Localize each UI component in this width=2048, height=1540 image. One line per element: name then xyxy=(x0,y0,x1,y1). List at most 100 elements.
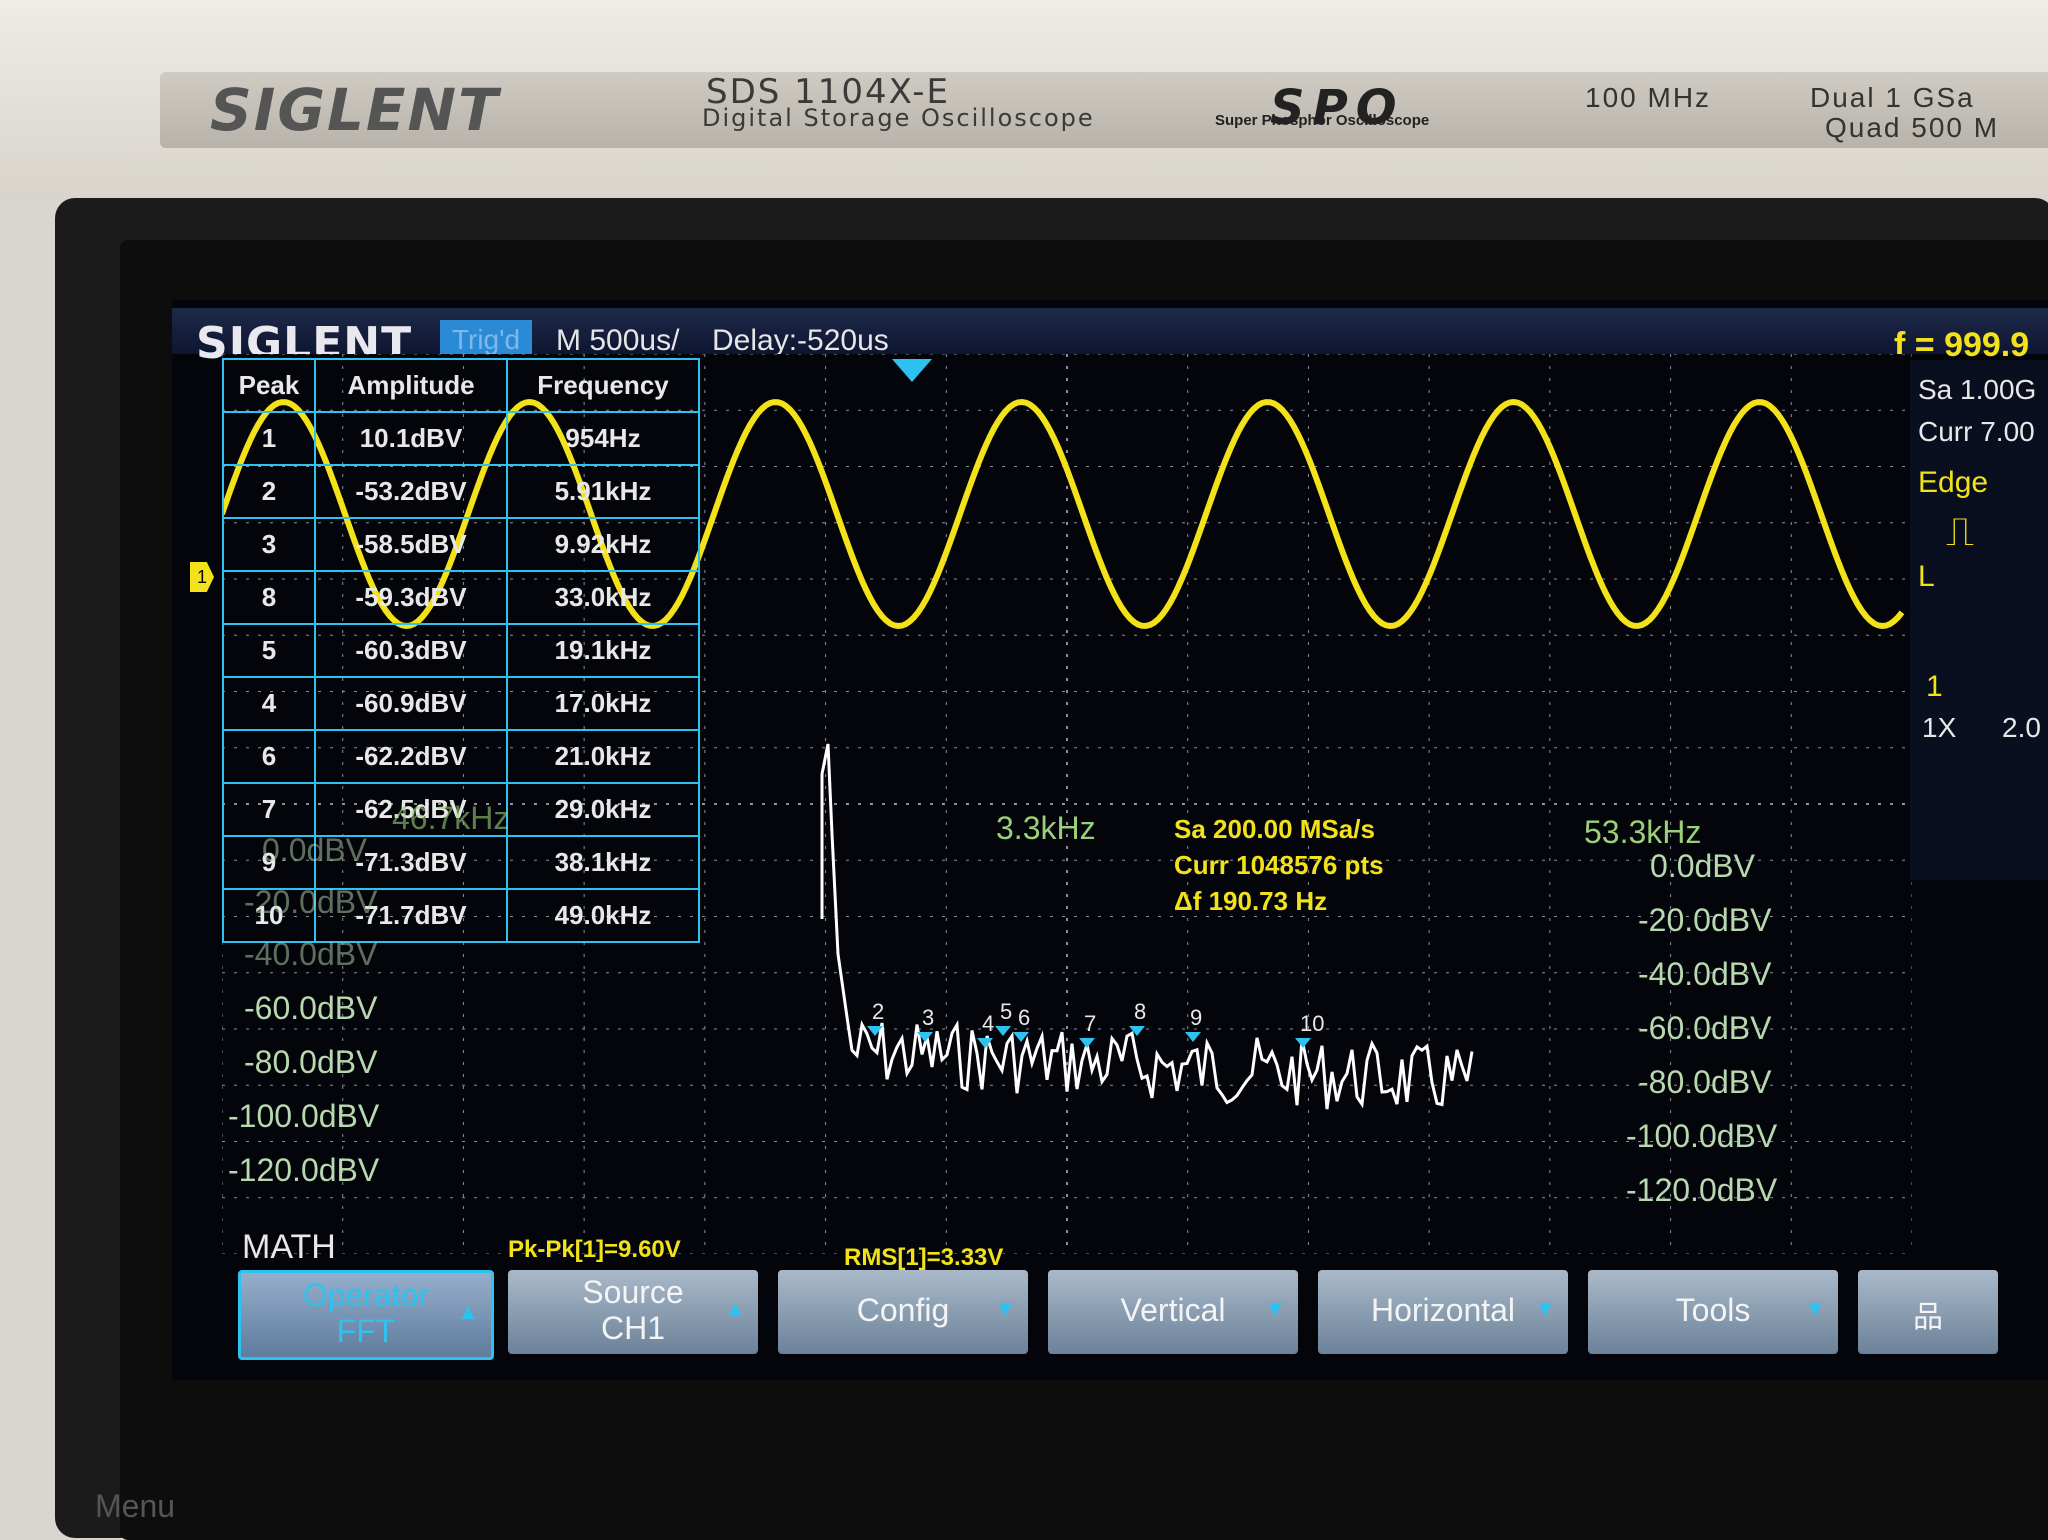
fft-end-frequency: 53.3kHz xyxy=(1584,814,1702,850)
left-scale-40: -40.0dBV xyxy=(244,936,378,972)
spo-description: Super Phosphor Oscilloscope xyxy=(1215,112,1430,129)
peak-frequency: 29.0kHz xyxy=(506,782,700,837)
vertical-label: Vertical xyxy=(1120,1292,1226,1328)
horizontal-label: Horizontal xyxy=(1370,1292,1516,1328)
status-bar: SIGLENT Trig'd M 500us/ Delay:-520us f =… xyxy=(172,308,2048,369)
peak-amplitude: -58.5dBV xyxy=(314,517,508,572)
left-scale-80: -80.0dBV xyxy=(244,1044,378,1080)
source-softkey[interactable]: Source CH1 ▲ xyxy=(508,1270,758,1354)
memory-depth-readout: Curr 7.00 xyxy=(1918,416,2035,447)
fft-peak-marker-label: 2 xyxy=(872,999,884,1024)
horizontal-softkey[interactable]: Horizontal ▼ xyxy=(1318,1270,1568,1354)
table-row: 1 10.1dBV 954Hz xyxy=(222,411,700,466)
config-softkey[interactable]: Config ▼ xyxy=(778,1270,1028,1354)
peak-index: 5 xyxy=(222,623,316,678)
brand-logo: SIGLENT xyxy=(210,76,500,144)
peak-frequency: 33.0kHz xyxy=(506,570,700,625)
channel-scale: 2.0 xyxy=(2002,712,2041,743)
peak-frequency: 17.0kHz xyxy=(506,676,700,731)
table-row: 3 -58.5dBV 9.92kHz xyxy=(222,517,700,572)
menu-label: Menu xyxy=(95,1488,176,1524)
table-row: 8 -59.3dBV 33.0kHz xyxy=(222,570,700,625)
left-scale-20: -20.0dBV xyxy=(244,884,378,920)
peak-frequency: 21.0kHz xyxy=(506,729,700,784)
operator-label: Operator xyxy=(302,1277,430,1313)
ch1-level-marker[interactable]: 1 xyxy=(190,562,214,592)
left-scale-100: -100.0dBV xyxy=(228,1098,380,1134)
fft-peak-marker-label: 9 xyxy=(1190,1005,1202,1030)
peak-amplitude: -53.2dBV xyxy=(314,464,508,519)
math-menu-label: MATH xyxy=(242,1228,336,1266)
right-scale-20: -20.0dBV xyxy=(1638,902,1772,938)
table-row: 6 -62.2dBV 21.0kHz xyxy=(222,729,700,784)
peak-frequency: 954Hz xyxy=(506,411,700,466)
fft-center-frequency: 3.3kHz xyxy=(996,810,1096,846)
trigger-coupling: L xyxy=(1918,560,1935,593)
table-row: 5 -60.3dBV 19.1kHz xyxy=(222,623,700,678)
rms-measurement: RMS[1]=3.33V xyxy=(844,1244,1004,1271)
fft-points: Curr 1048576 pts xyxy=(1174,850,1384,880)
peak-index: 7 xyxy=(222,782,316,837)
delay-readout[interactable]: Delay:-520us xyxy=(712,324,889,358)
arrow-down-icon: ▼ xyxy=(994,1296,1016,1321)
peak-frequency: 19.1kHz xyxy=(506,623,700,678)
table-header: Peak Amplitude Frequency xyxy=(222,358,700,413)
right-scale-120: -120.0dBV xyxy=(1626,1172,1778,1208)
tools-softkey[interactable]: Tools ▼ xyxy=(1588,1270,1838,1354)
table-row: 4 -60.9dBV 17.0kHz xyxy=(222,676,700,731)
arrow-down-icon: ▼ xyxy=(1804,1296,1826,1321)
peak-index: 8 xyxy=(222,570,316,625)
peak-frequency: 49.0kHz xyxy=(506,888,700,943)
header-amplitude: Amplitude xyxy=(314,358,508,413)
left-scale-120: -120.0dBV xyxy=(228,1152,380,1188)
fft-peak-marker-label: 5 xyxy=(1000,999,1012,1024)
source-value: CH1 xyxy=(600,1310,665,1346)
fft-peak-marker-label: 6 xyxy=(1018,1005,1030,1030)
peak-index: 3 xyxy=(222,517,316,572)
right-info-panel: Sa 1.00G Curr 7.00 Edge ⎍ L 1 1X 2.0 xyxy=(1910,360,2048,880)
peak-index: 4 xyxy=(222,676,316,731)
rising-edge-icon: ⎍ xyxy=(1946,510,1974,554)
peak-frequency: 5.91kHz xyxy=(506,464,700,519)
peak-index: 6 xyxy=(222,729,316,784)
fft-peak-marker-label: 7 xyxy=(1084,1011,1096,1036)
fft-start-frequency: 46.7kHz xyxy=(392,800,510,836)
left-scale-60: -60.0dBV xyxy=(244,990,378,1026)
operator-value: FFT xyxy=(336,1313,396,1349)
header-peak: Peak xyxy=(222,358,316,413)
scope-screen: SIGLENT Trig'd M 500us/ Delay:-520us f =… xyxy=(172,300,2048,1380)
fft-peak-marker-label: 8 xyxy=(1134,999,1146,1024)
network-icon: 品 xyxy=(1913,1301,1943,1334)
right-scale-60: -60.0dBV xyxy=(1638,1010,1772,1046)
model-description: Digital Storage Oscilloscope xyxy=(702,104,1095,132)
trigger-type[interactable]: Edge xyxy=(1918,466,1988,500)
peak-frequency: 9.92kHz xyxy=(506,517,700,572)
channel-number[interactable]: 1 xyxy=(1926,670,1943,704)
arrow-up-icon: ▲ xyxy=(457,1299,479,1324)
config-label: Config xyxy=(856,1292,950,1328)
sample-rate-spec-quad: Quad 500 M xyxy=(1825,112,2000,143)
peak-frequency: 38.1kHz xyxy=(506,835,700,890)
network-softkey[interactable]: 品 xyxy=(1858,1270,1998,1354)
peak-amplitude: -60.9dBV xyxy=(314,676,508,731)
source-label: Source xyxy=(582,1274,684,1310)
peak-amplitude: 10.1dBV xyxy=(314,411,508,466)
operator-softkey[interactable]: Operator FFT ▲ xyxy=(238,1270,494,1360)
table-row: 2 -53.2dBV 5.91kHz xyxy=(222,464,700,519)
pkpk-measurement: Pk-Pk[1]=9.60V xyxy=(508,1236,681,1263)
peak-amplitude: -62.2dBV xyxy=(314,729,508,784)
fft-peak-marker-label: 4 xyxy=(982,1011,994,1036)
right-scale-80: -80.0dBV xyxy=(1638,1064,1772,1100)
left-scale-0: 0.0dBV xyxy=(262,832,367,868)
fft-sample-rate: Sa 200.00 MSa/s xyxy=(1174,814,1375,844)
right-scale-40: -40.0dBV xyxy=(1638,956,1772,992)
vertical-softkey[interactable]: Vertical ▼ xyxy=(1048,1270,1298,1354)
bandwidth-spec: 100 MHz xyxy=(1585,82,1712,113)
right-scale-100: -100.0dBV xyxy=(1626,1118,1778,1154)
right-scale-0: 0.0dBV xyxy=(1650,848,1755,884)
peak-index: 2 xyxy=(222,464,316,519)
arrow-up-icon: ▲ xyxy=(724,1296,746,1321)
timebase-readout[interactable]: M 500us/ xyxy=(556,324,679,358)
sample-rate-spec-dual: Dual 1 GSa xyxy=(1810,82,1975,113)
peak-index: 1 xyxy=(222,411,316,466)
